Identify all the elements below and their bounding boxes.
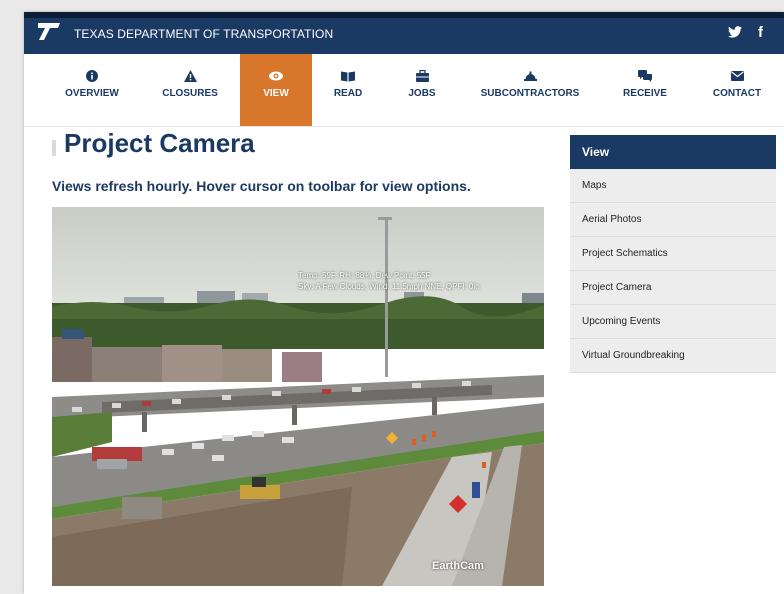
nav-label: JOBS: [408, 88, 436, 99]
earthcam-watermark: EarthCam: [432, 560, 484, 572]
nav-label: READ: [333, 88, 363, 99]
facebook-icon[interactable]: f: [758, 24, 763, 41]
weather-overlay: Temp: 59F, RH: 88%, Dew Point: 55F Sky: …: [298, 270, 480, 292]
sidebar-item-project-schematics[interactable]: Project Schematics: [570, 237, 776, 271]
page-title: Project Camera: [64, 128, 255, 158]
page: TEXAS DEPARTMENT OF TRANSPORTATION f OVE…: [24, 12, 784, 594]
nav-overview[interactable]: OVERVIEW: [54, 54, 130, 126]
nav-closures[interactable]: CLOSURES: [152, 54, 228, 126]
nav-label: CONTACT: [712, 88, 762, 99]
nav-subcontractors[interactable]: SUBCONTRACTORS: [472, 54, 588, 126]
top-header-bar: TEXAS DEPARTMENT OF TRANSPORTATION f: [24, 12, 784, 54]
warning-icon: [183, 70, 197, 82]
chat-icon: [638, 70, 652, 82]
weather-line-1: Temp: 59F, RH: 88%, Dew Point: 55F: [298, 271, 431, 280]
nav-label: VIEW: [263, 88, 289, 99]
nav-label: OVERVIEW: [65, 88, 119, 99]
brand-name[interactable]: TEXAS DEPARTMENT OF TRANSPORTATION: [74, 27, 333, 41]
sidebar-item-aerial-photos[interactable]: Aerial Photos: [570, 203, 776, 237]
sidebar-item-virtual-groundbreaking[interactable]: Virtual Groundbreaking: [570, 339, 776, 373]
info-icon: [86, 70, 98, 82]
sidebar-item-project-camera[interactable]: Project Camera: [570, 271, 776, 305]
nav-jobs[interactable]: JOBS: [394, 54, 450, 126]
weather-line-2: Sky: A Few Clouds, Wind: 11.5mph NNE, QP…: [298, 282, 480, 291]
eye-icon: [269, 71, 283, 81]
nav-receive[interactable]: RECEIVE: [614, 54, 676, 126]
project-camera-image[interactable]: Temp: 59F, RH: 88%, Dew Point: 55F Sky: …: [52, 207, 544, 586]
sidebar-item-maps[interactable]: Maps: [570, 169, 776, 203]
nav-contact[interactable]: CONTACT: [706, 54, 768, 126]
book-icon: [341, 71, 355, 82]
camera-scene: [52, 207, 544, 586]
nav-read[interactable]: READ: [320, 54, 376, 126]
txdot-logo-icon[interactable]: [36, 21, 62, 41]
envelope-icon: [730, 71, 744, 81]
nav-view[interactable]: VIEW: [240, 54, 312, 126]
briefcase-icon: [415, 70, 429, 82]
twitter-icon[interactable]: [728, 25, 742, 42]
nav-label: SUBCONTRACTORS: [480, 88, 580, 99]
hardhat-icon: [523, 71, 537, 81]
sidebar-heading: View: [570, 135, 776, 169]
nav-label: RECEIVE: [623, 88, 667, 99]
title-accent-bar: [52, 140, 56, 156]
main-nav: OVERVIEW CLOSURES VIEW READ JOBS SUBCONT…: [24, 54, 784, 127]
sidebar-item-upcoming-events[interactable]: Upcoming Events: [570, 305, 776, 339]
view-sidebar: View Maps Aerial Photos Project Schemati…: [570, 135, 776, 373]
nav-label: CLOSURES: [162, 88, 218, 99]
page-subtitle: Views refresh hourly. Hover cursor on to…: [52, 178, 471, 194]
